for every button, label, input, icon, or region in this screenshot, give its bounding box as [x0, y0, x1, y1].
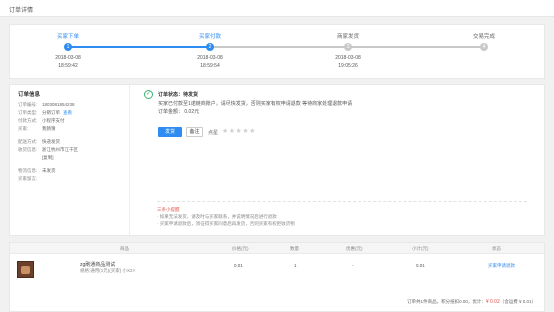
- table-header: 商品 价格(元) 数量 优惠(元) 小计(元) 状态: [10, 243, 544, 254]
- info-value: 未发货: [42, 168, 56, 173]
- tip-item: · 如果无法发货，请及时与买家联系，并说明情况后进行退款: [157, 214, 277, 219]
- product-thumbnail[interactable]: [17, 261, 34, 278]
- step-time: 19:05:26: [338, 63, 358, 69]
- info-value: 小程序支付: [42, 118, 65, 123]
- info-key: 订单编号:: [18, 102, 38, 107]
- step-label: 买家付款: [198, 34, 221, 40]
- step-date: 2018-03-08: [55, 55, 81, 61]
- info-value: 我猜猜: [42, 126, 56, 131]
- product-name[interactable]: zg刷通商品测试: [80, 261, 115, 268]
- progress-line: [350, 46, 482, 48]
- info-key: 买家留言:: [18, 176, 38, 181]
- info-row-buyer-message: 买家留言:: [18, 175, 121, 183]
- step-time: 18:59:54: [200, 63, 220, 69]
- info-row-buyer: 买家: 我猜猜: [18, 125, 121, 133]
- cell-price: 0.01: [234, 263, 243, 268]
- order-progress: 买家下单 1 2018-03-08 18:59:42 买家付款 2 2018-0…: [9, 24, 545, 79]
- order-status-section: ✓ 订单状态：待发货 买家已付款至1诺链商账户，请尽快发货，否则买家有权申请退款…: [138, 85, 538, 235]
- step-time: 18:59:42: [58, 63, 78, 69]
- step-label: 商家发货: [336, 34, 359, 40]
- refund-request-link[interactable]: 买家申请退款: [488, 263, 515, 269]
- column-header-price: 价格(元): [232, 246, 249, 251]
- step-label: 买家下单: [56, 34, 79, 40]
- order-amount: 订单金额： 0.02元: [158, 109, 200, 115]
- column-header-status: 状态: [492, 246, 501, 251]
- step-number: 2: [206, 43, 214, 51]
- info-key: 收货信息:: [18, 147, 38, 152]
- order-detail-panel: 订单信息 订单编号: 1803081854238 订单类型: 分销订单 查看 付…: [9, 84, 545, 236]
- view-distribution-link[interactable]: 查看: [63, 109, 72, 117]
- order-info-heading: 订单信息: [18, 92, 41, 98]
- star-rating-label: 点星: [208, 130, 219, 136]
- cell-discount: -: [352, 263, 354, 268]
- step-number: 1: [64, 43, 72, 51]
- info-key: [18, 154, 42, 162]
- star-rating[interactable]: ★★★★★: [222, 127, 256, 135]
- info-value: 快递发货: [42, 139, 60, 144]
- step-date: 2018-03-08: [335, 55, 361, 61]
- progress-line: [70, 46, 208, 48]
- info-row-copy: [复制]: [18, 154, 121, 162]
- info-row-order-type: 订单类型: 分销订单 查看: [18, 109, 121, 117]
- info-row-payment: 付款方式: 小程序支付: [18, 117, 121, 125]
- order-items-table: 商品 价格(元) 数量 优惠(元) 小计(元) 状态 zg刷通商品测试 规格:通…: [9, 242, 545, 312]
- tips-section: 三条小提醒 · 如果无法发货，请及时与买家联系，并说明情况后进行退款 · 买家申…: [157, 201, 527, 227]
- step-date: 2018-03-08: [197, 55, 223, 61]
- summary-total: ¥ 0.02: [485, 299, 500, 305]
- cell-subtotal: 0.01: [416, 263, 425, 268]
- column-header-subtotal: 小计(元): [412, 246, 429, 251]
- remark-button[interactable]: 备注: [186, 127, 203, 137]
- page-title: 订单详情: [9, 8, 34, 14]
- check-circle-icon: ✓: [144, 90, 153, 99]
- info-row-order-no: 订单编号: 1803081854238: [18, 101, 121, 109]
- info-key: 订单类型:: [18, 110, 38, 115]
- page-header: 订单详情: [0, 0, 554, 17]
- status-description: 买家已付款至1诺链商账户，请尽快发货，否则买家有权申请退款 等待商家处理退款申请: [158, 101, 353, 107]
- step-number: 3: [344, 43, 352, 51]
- column-header-discount: 优惠(元): [346, 246, 363, 251]
- info-value: 1803081854238: [42, 102, 75, 107]
- progress-line: [212, 46, 346, 48]
- info-key: 配送方式:: [18, 139, 38, 144]
- step-label: 交易完成: [472, 34, 495, 40]
- order-info-section: 订单信息 订单编号: 1803081854238 订单类型: 分销订单 查看 付…: [10, 85, 130, 235]
- info-key: 物流信息:: [18, 168, 38, 173]
- product-spec: 规格:通用(1元)(买家) 小X2×: [80, 268, 136, 273]
- column-header-quantity: 数量: [290, 246, 299, 251]
- cell-quantity: 1: [294, 263, 297, 268]
- order-summary: 订单共1件商品，积分抵扣0.00，优计：¥ 0.02（含运费 ¥ 0.01）: [407, 299, 536, 305]
- column-header-product: 商品: [120, 246, 129, 251]
- status-prefix: 订单状态：: [158, 92, 184, 98]
- info-key: 买家:: [18, 126, 29, 131]
- copy-address-link[interactable]: [复制]: [42, 154, 54, 162]
- info-value: 浙江杭州市江干区: [42, 147, 78, 152]
- summary-prefix: 订单共1件商品，积分抵扣0.00，优计：: [407, 299, 486, 304]
- step-number: 4: [480, 43, 488, 51]
- info-row-delivery: 配送方式: 快递发货: [18, 138, 121, 146]
- status-value: 待发货: [183, 92, 199, 98]
- info-value: 分销订单: [42, 110, 60, 115]
- info-key: 付款方式:: [18, 118, 38, 123]
- info-row-logistics: 物流信息: 未发货: [18, 167, 121, 175]
- summary-suffix: （含运费 ¥ 0.01）: [499, 299, 536, 304]
- order-status-title: 订单状态：待发货: [158, 91, 198, 98]
- ship-button[interactable]: 发货: [158, 127, 182, 137]
- tip-item: · 买家申请退款后，须征得买家同意后再发货，否则买家有权拒收货物: [157, 221, 295, 226]
- info-row-address: 收货信息: 浙江杭州市江干区: [18, 146, 121, 154]
